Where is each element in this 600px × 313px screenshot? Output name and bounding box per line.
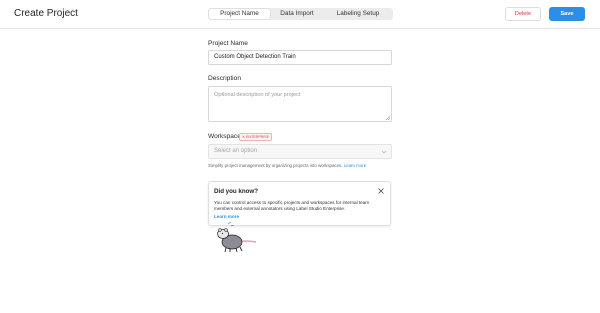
workspace-learn-more-link[interactable]: Learn more — [344, 163, 366, 168]
page-title: Create Project — [14, 8, 78, 19]
tab-data-import[interactable]: Data Import — [270, 9, 324, 19]
tab-labeling-setup[interactable]: Labeling Setup — [324, 9, 392, 19]
resize-grip-icon[interactable] — [385, 115, 390, 120]
app-header: Create Project Project Name Data Import … — [0, 0, 600, 29]
description-placeholder: Optional description of your project — [214, 92, 301, 98]
project-name-label: Project Name — [208, 40, 248, 47]
workspace-help-text: Simplify project management by organizin… — [208, 163, 343, 168]
card-title: Did you know? — [214, 188, 258, 195]
enterprise-badge: ✕ Enterprise — [239, 133, 272, 141]
card-text: You can control access to specific proje… — [214, 200, 370, 211]
enterprise-badge-icon: ✕ — [242, 135, 246, 139]
workspace-label: Workspace — [208, 133, 241, 140]
mascot-illustration — [217, 221, 257, 253]
workspace-select-placeholder: Select an option — [214, 148, 258, 154]
card-learn-more-link[interactable]: Learn more — [214, 214, 239, 219]
description-textarea[interactable]: Optional description of your project — [208, 86, 392, 122]
tab-project-name[interactable]: Project Name — [209, 9, 270, 19]
workspace-help: Simplify project management by organizin… — [208, 163, 366, 168]
delete-button[interactable]: Delete — [505, 7, 541, 21]
save-button[interactable]: Save — [549, 7, 585, 21]
project-name-input[interactable]: Custom Object Detection Train — [208, 50, 392, 65]
enterprise-badge-text: Enterprise — [246, 135, 269, 139]
close-icon[interactable] — [378, 188, 384, 194]
step-tabs: Project Name Data Import Labeling Setup — [208, 8, 393, 20]
description-label: Description — [208, 75, 241, 82]
chevron-down-icon — [381, 150, 387, 154]
workspace-select[interactable]: Select an option — [208, 144, 392, 159]
